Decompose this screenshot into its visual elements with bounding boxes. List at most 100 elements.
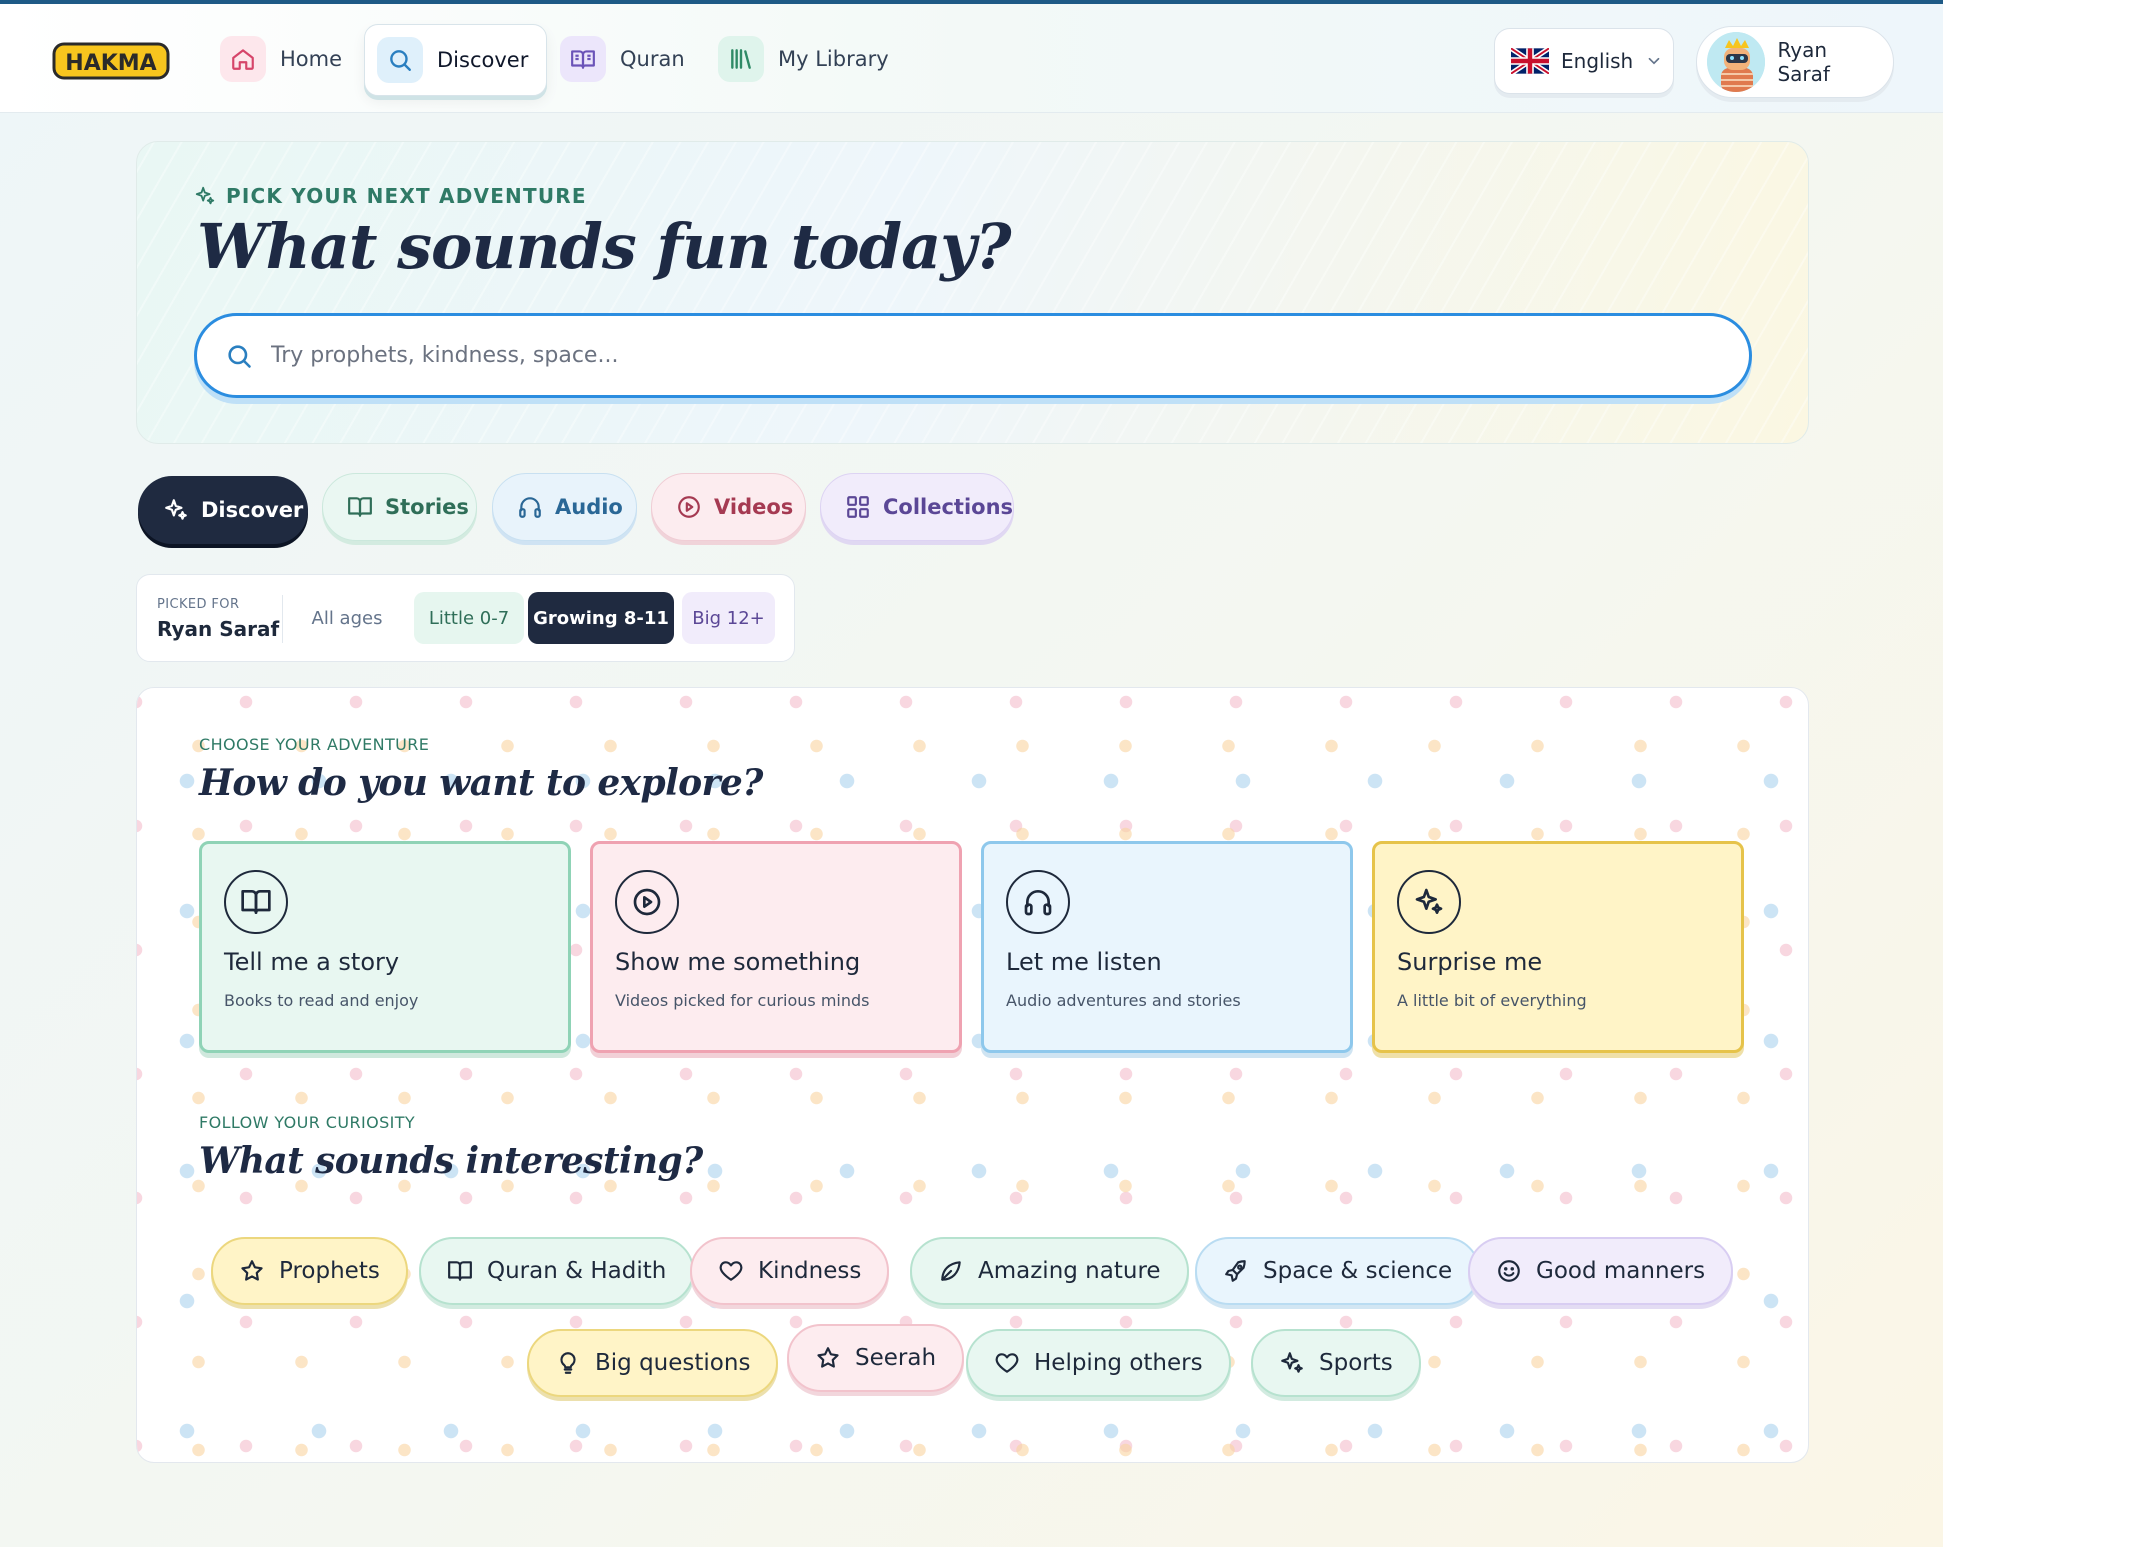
home-icon xyxy=(220,36,266,82)
search-bar[interactable] xyxy=(194,313,1752,398)
tab-discover-label: Discover xyxy=(201,498,304,522)
explore-label: CHOOSE YOUR ADVENTURE xyxy=(199,735,430,754)
topic-prophets[interactable]: Prophets xyxy=(211,1237,408,1305)
card-title: Let me listen xyxy=(1006,948,1162,976)
topic-sports[interactable]: Sports xyxy=(1251,1329,1421,1397)
divider xyxy=(282,595,283,643)
nav-library[interactable]: My Library xyxy=(706,24,907,94)
chevron-down-icon xyxy=(1645,52,1663,70)
grid-icon xyxy=(845,494,871,520)
topic-good-manners[interactable]: Good manners xyxy=(1468,1237,1734,1305)
nav-discover[interactable]: Discover xyxy=(364,24,548,96)
topic-label: Kindness xyxy=(758,1258,862,1284)
search-input[interactable] xyxy=(271,343,1671,368)
tab-collections[interactable]: Collections xyxy=(820,473,1014,541)
nav-home[interactable]: Home xyxy=(208,24,360,94)
open-book-icon xyxy=(560,36,606,82)
curiosity-label: FOLLOW YOUR CURIOSITY xyxy=(199,1113,416,1132)
explore-panel: CHOOSE YOUR ADVENTURE How do you want to… xyxy=(136,687,1809,1463)
card-subtitle: Audio adventures and stories xyxy=(1006,991,1241,1010)
topic-quran-hadith[interactable]: Quran & Hadith xyxy=(419,1237,695,1305)
hakma-logo[interactable]: HAKMA xyxy=(52,40,170,82)
tab-stories[interactable]: Stories xyxy=(322,473,477,541)
tab-audio-label: Audio xyxy=(555,495,623,519)
hero-eyebrow: PICK YOUR NEXT ADVENTURE xyxy=(194,184,587,208)
card-title: Show me something xyxy=(615,948,861,976)
explore-title: How do you want to explore? xyxy=(199,762,763,804)
topic-label: Space & science xyxy=(1263,1258,1453,1284)
topic-seerah[interactable]: Seerah xyxy=(787,1324,965,1392)
card-show-me[interactable]: Show me something Videos picked for curi… xyxy=(590,841,962,1053)
user-menu[interactable]: Ryan Saraf xyxy=(1696,26,1894,98)
sparkles-icon xyxy=(163,497,189,523)
nav-library-label: My Library xyxy=(778,47,889,71)
card-subtitle: Books to read and enjoy xyxy=(224,991,419,1010)
play-circle-icon xyxy=(676,494,702,520)
card-tell-story[interactable]: Tell me a story Books to read and enjoy xyxy=(199,841,571,1053)
age-little-chip[interactable]: Little 0-7 xyxy=(414,592,524,644)
star-icon xyxy=(815,1345,841,1371)
sparkles-icon xyxy=(1397,870,1461,934)
topic-big-questions[interactable]: Big questions xyxy=(527,1329,779,1397)
headphones-icon xyxy=(1006,870,1070,934)
heart-icon xyxy=(994,1350,1020,1376)
card-let-me-listen[interactable]: Let me listen Audio adventures and stori… xyxy=(981,841,1353,1053)
nav-discover-label: Discover xyxy=(437,48,529,72)
nav-quran-label: Quran xyxy=(620,47,685,71)
search-icon xyxy=(377,37,423,83)
search-icon xyxy=(225,342,253,370)
avatar xyxy=(1707,32,1766,92)
card-subtitle: A little bit of everything xyxy=(1397,991,1587,1010)
hero-banner: PICK YOUR NEXT ADVENTURE What sounds fun… xyxy=(136,141,1809,444)
sparkles-icon xyxy=(1279,1350,1305,1376)
library-icon xyxy=(718,36,764,82)
topic-label: Sports xyxy=(1319,1350,1393,1376)
book-icon xyxy=(347,494,373,520)
language-selector[interactable]: English xyxy=(1494,28,1674,94)
sparkles-icon xyxy=(194,185,216,207)
tab-videos-label: Videos xyxy=(714,495,794,519)
smile-icon xyxy=(1496,1258,1522,1284)
play-circle-icon xyxy=(615,870,679,934)
tab-collections-label: Collections xyxy=(883,495,1014,519)
book-icon xyxy=(224,870,288,934)
age-big-chip[interactable]: Big 12+ xyxy=(682,592,775,644)
rocket-icon xyxy=(1223,1258,1249,1284)
topic-label: Big questions xyxy=(595,1350,751,1376)
page-title: What sounds fun today? xyxy=(197,210,1012,283)
curiosity-title: What sounds interesting? xyxy=(199,1140,703,1182)
topic-label: Seerah xyxy=(855,1345,937,1371)
picked-for-name: Ryan Saraf xyxy=(157,617,280,641)
uk-flag-icon xyxy=(1511,48,1549,74)
card-title: Surprise me xyxy=(1397,948,1543,976)
topic-label: Quran & Hadith xyxy=(487,1258,667,1284)
heart-icon xyxy=(718,1258,744,1284)
age-growing-chip[interactable]: Growing 8-11 xyxy=(528,592,674,644)
topic-space-science[interactable]: Space & science xyxy=(1195,1237,1481,1305)
topic-label: Amazing nature xyxy=(978,1258,1161,1284)
age-all-chip[interactable]: All ages xyxy=(287,592,407,644)
card-subtitle: Videos picked for curious minds xyxy=(615,991,870,1010)
tab-videos[interactable]: Videos xyxy=(651,473,806,541)
topic-label: Good manners xyxy=(1536,1258,1706,1284)
topic-kindness[interactable]: Kindness xyxy=(690,1237,890,1305)
nav-quran[interactable]: Quran xyxy=(548,24,703,94)
nav-home-label: Home xyxy=(280,47,343,71)
language-label: English xyxy=(1561,49,1634,73)
topic-amazing-nature[interactable]: Amazing nature xyxy=(910,1237,1189,1305)
topic-label: Helping others xyxy=(1034,1350,1203,1376)
svg-text:HAKMA: HAKMA xyxy=(65,51,156,76)
topic-helping-others[interactable]: Helping others xyxy=(966,1329,1231,1397)
age-filter: PICKED FOR Ryan Saraf All ages Little 0-… xyxy=(136,574,795,662)
star-icon xyxy=(239,1258,265,1284)
picked-for-label: PICKED FOR xyxy=(157,597,240,612)
book-icon xyxy=(447,1258,473,1284)
headphones-icon xyxy=(517,494,543,520)
tab-discover[interactable]: Discover xyxy=(138,476,308,544)
tab-audio[interactable]: Audio xyxy=(492,473,637,541)
card-surprise-me[interactable]: Surprise me A little bit of everything xyxy=(1372,841,1744,1053)
leaf-icon xyxy=(938,1258,964,1284)
card-title: Tell me a story xyxy=(224,948,400,976)
app-window: HAKMA Home Discover Quran My Library Eng… xyxy=(0,0,1943,1547)
tab-stories-label: Stories xyxy=(385,495,469,519)
